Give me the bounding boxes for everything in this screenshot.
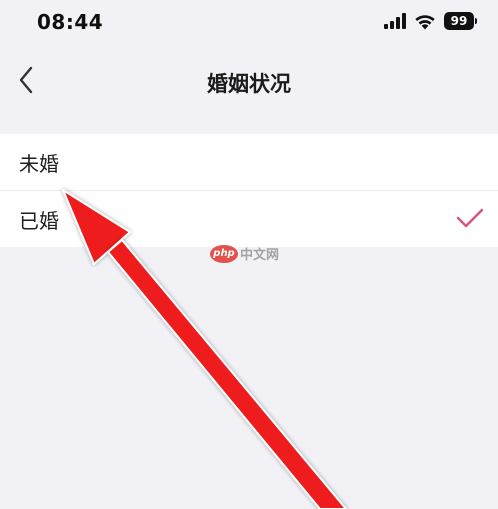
watermark-text: 中文网 [240, 248, 280, 263]
marital-status-options: 未婚 已婚 [0, 134, 498, 247]
page-title: 婚姻状况 [207, 72, 291, 96]
battery-level: 99 [450, 14, 468, 28]
option-married[interactable]: 已婚 [0, 190, 498, 247]
checkmark-icon [456, 208, 484, 228]
status-icons: 99 [384, 12, 477, 30]
watermark-logo: php [210, 244, 238, 263]
status-bar: 08:44 99 [0, 0, 498, 44]
option-label: 未婚 [19, 151, 59, 176]
option-unmarried[interactable]: 未婚 [0, 134, 498, 190]
nav-bar: 婚姻状况 [0, 44, 498, 120]
watermark: php 中文网 [210, 244, 279, 263]
cellular-signal-icon [384, 13, 406, 29]
arrow-shaft [107, 239, 347, 509]
status-time: 08:44 [37, 10, 104, 34]
option-label: 已婚 [19, 208, 59, 233]
wifi-icon [415, 14, 435, 29]
battery-icon: 99 [444, 12, 477, 30]
watermark-logo-text: php [213, 248, 235, 259]
